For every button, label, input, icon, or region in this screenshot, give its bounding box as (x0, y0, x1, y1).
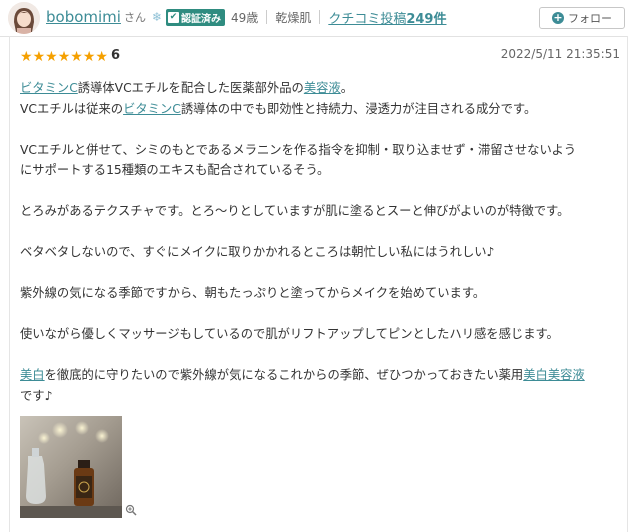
star-icon: ★ (20, 48, 33, 65)
rating-score: 6 (110, 47, 120, 63)
review-line: ベタベタしないので、すぐにメイクに取りかかれるところは朝忙しい私にはうれしい♪ (20, 245, 495, 259)
review-body: ビタミンC誘導体VCエチルを配合した医薬部外品の美容液。 VCエチルは従来のビタ… (20, 78, 620, 406)
check-icon: ✔ (168, 11, 180, 23)
review-line: ビタミンC誘導体VCエチルを配合した医薬部外品の美容液。 (20, 78, 620, 99)
star-icon: ★ (57, 48, 71, 65)
keyword-link[interactable]: 美容液 (304, 81, 341, 95)
review-line: です♪ (20, 388, 53, 403)
zoom-in-icon[interactable] (125, 504, 137, 519)
review-text: を徹底的に守りたいので紫外線が気になるこれからの季節、ぜひつかっておきたい薬用 (44, 368, 524, 382)
star-rating: ★★★★★★★ (20, 46, 108, 65)
review-text: 誘導体VCエチルを配合した医薬部外品の (77, 81, 304, 95)
review-text: VCエチルは従来の (20, 101, 124, 116)
keyword-link[interactable]: ビタミンC (123, 102, 181, 116)
verified-badge: ✔ 認証済み (166, 8, 226, 26)
review-line: 美白を徹底的に守りたいので紫外線が気になるこれからの季節、ぜひつかっておきたい薬… (20, 365, 620, 386)
star-icon: ★ (95, 48, 108, 65)
honorific: さん (123, 11, 146, 24)
card-border-left (9, 36, 10, 532)
review-line: VCエチルと併せて、シミのもとであるメラニンを作る指令を抑制・取り込ませず・滞留… (20, 142, 577, 157)
snowflake-icon: ❄ (151, 10, 163, 24)
rating: ★★★★★★★ 6 (20, 46, 120, 64)
skin-type: 乾燥肌 (275, 10, 312, 25)
keyword-link[interactable]: ビタミンC (20, 81, 78, 95)
review-text: 誘導体の中でも即効性と持続力、浸透力が注目される成分です。 (180, 101, 537, 116)
keyword-link[interactable]: 美白美容液 (523, 368, 585, 382)
review-line: VCエチルは従来のビタミンC誘導体の中でも即効性と持続力、浸透力が注目される成分… (20, 99, 620, 120)
review-text: 。 (340, 81, 354, 95)
star-icon: ★ (32, 48, 46, 65)
posts-count: 249件 (406, 11, 447, 27)
review-line: とろみがあるテクスチャです。とろ～りとしていますが肌に塗るとスーと伸びがよいのが… (20, 204, 570, 218)
posts-label: クチコミ投稿 (328, 11, 407, 27)
review-photo-thumbnail[interactable] (20, 416, 122, 518)
review-line: 紫外線の気になる季節ですから、朝もたっぷりと塗ってからメイクを始めています。 (20, 286, 486, 300)
divider (266, 10, 268, 24)
follow-label: フォロー (568, 12, 612, 25)
avatar[interactable] (8, 2, 40, 34)
keyword-link[interactable]: 美白 (20, 368, 45, 382)
post-datetime: 2022/5/11 21:35:51 (500, 47, 620, 61)
username-link[interactable]: bobomimi (46, 8, 121, 26)
review-line: にサポートする15種類のエキスも配合されているそう。 (20, 163, 330, 177)
plus-circle-icon: + (552, 11, 564, 24)
review-line: 使いながら優しくマッサージもしているので肌がリフトアップしてピンとしたハリ感を感… (20, 327, 559, 341)
star-icon: ★ (45, 48, 58, 65)
divider (319, 10, 321, 24)
follow-button[interactable]: + フォロー (539, 7, 625, 29)
review-count-link[interactable]: クチコミ投稿249件 (328, 8, 446, 27)
user-age: 49歳 (231, 10, 259, 25)
star-icon: ★ (82, 48, 96, 65)
verified-label: 認証済み (181, 13, 222, 25)
review-header: bobomimi さん ❄ ✔ 認証済み 49歳 乾燥肌 クチコミ投稿249件 +… (0, 0, 628, 37)
star-icon: ★ (70, 48, 83, 65)
